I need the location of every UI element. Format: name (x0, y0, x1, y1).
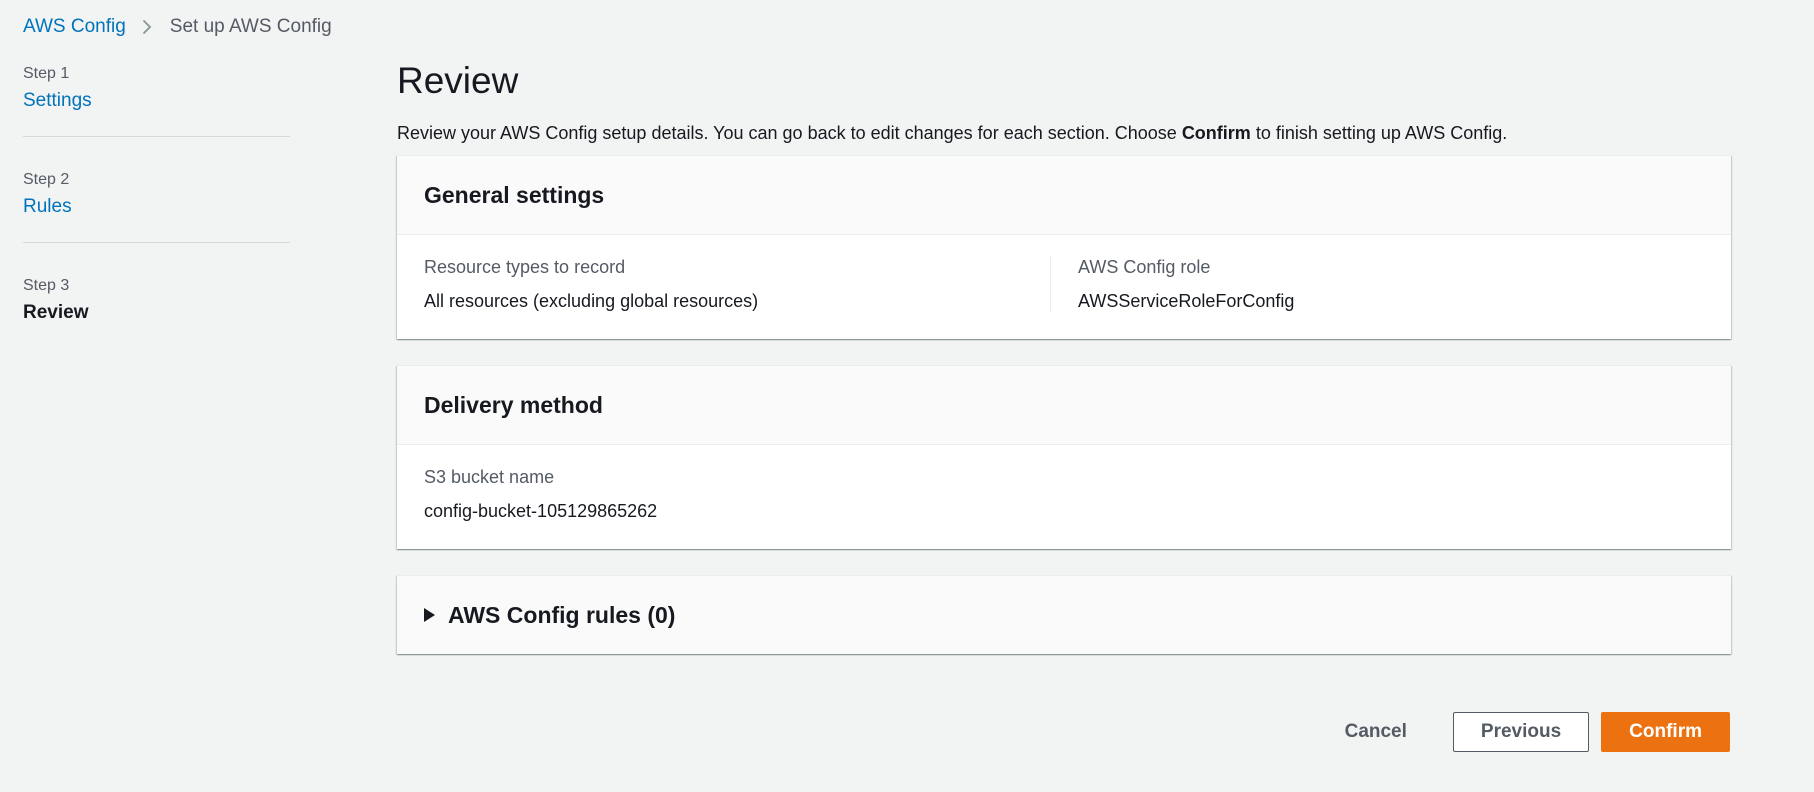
delivery-method-title: Delivery method (424, 391, 603, 418)
general-settings-header: General settings (397, 156, 1731, 235)
step-3-review-current: Review (23, 302, 89, 323)
config-rules-expander[interactable]: AWS Config rules (0) (397, 576, 1731, 654)
s3-bucket-value: config-bucket-105129865262 (424, 501, 658, 521)
page-description: Review your AWS Config setup details. Yo… (397, 121, 1731, 145)
s3-bucket-label: S3 bucket name (424, 467, 555, 487)
breadcrumb: AWS Config Set up AWS Config (23, 16, 332, 38)
page-description-text-2: to finish setting up AWS Config. (1250, 123, 1508, 143)
config-role-field: AWS Config role AWSServiceRoleForConfig (1050, 255, 1704, 313)
resource-types-field: Resource types to record All resources (… (424, 255, 1050, 313)
delivery-method-body: S3 bucket name config-bucket-10512986526… (397, 445, 1731, 549)
caret-right-icon (424, 608, 435, 622)
page-description-confirm: Confirm (1181, 123, 1251, 143)
page-title: Review (397, 60, 519, 101)
config-rules-card: AWS Config rules (0) (397, 575, 1731, 654)
previous-button[interactable]: Previous (1452, 712, 1590, 752)
resource-types-value: All resources (excluding global resource… (424, 291, 759, 311)
wizard-steps: Step 1 Settings Step 2 Rules Step 3 Revi… (23, 64, 290, 381)
resource-types-label: Resource types to record (424, 257, 626, 277)
config-role-value: AWSServiceRoleForConfig (1078, 291, 1295, 311)
cancel-button[interactable]: Cancel (1325, 712, 1427, 752)
breadcrumb-current: Set up AWS Config (169, 16, 332, 37)
chevron-right-icon (142, 19, 152, 35)
step-1-number: Step 1 (23, 65, 70, 82)
breadcrumb-aws-config-link[interactable]: AWS Config (23, 16, 126, 38)
step-2-rules-link[interactable]: Rules (23, 194, 72, 220)
step-3: Step 3 Review (23, 276, 290, 348)
step-1: Step 1 Settings (23, 64, 290, 137)
general-settings-card: General settings Resource types to recor… (397, 155, 1731, 339)
config-role-label: AWS Config role (1078, 257, 1211, 277)
step-2: Step 2 Rules (23, 170, 290, 243)
s3-bucket-field: S3 bucket name config-bucket-10512986526… (424, 465, 1704, 523)
confirm-button[interactable]: Confirm (1601, 712, 1730, 752)
delivery-method-card: Delivery method S3 bucket name config-bu… (397, 365, 1731, 549)
step-2-number: Step 2 (23, 171, 70, 188)
general-settings-title: General settings (424, 181, 605, 208)
main-content: Review Review your AWS Config setup deta… (397, 56, 1731, 654)
general-settings-body: Resource types to record All resources (… (397, 235, 1731, 339)
config-rules-title: AWS Config rules (0) (448, 601, 676, 628)
wizard-actions: Cancel Previous Confirm (1325, 712, 1730, 752)
step-3-number: Step 3 (23, 277, 70, 294)
page-description-text-1: Review your AWS Config setup details. Yo… (397, 123, 1182, 143)
delivery-method-header: Delivery method (397, 366, 1731, 445)
step-1-settings-link[interactable]: Settings (23, 88, 92, 114)
